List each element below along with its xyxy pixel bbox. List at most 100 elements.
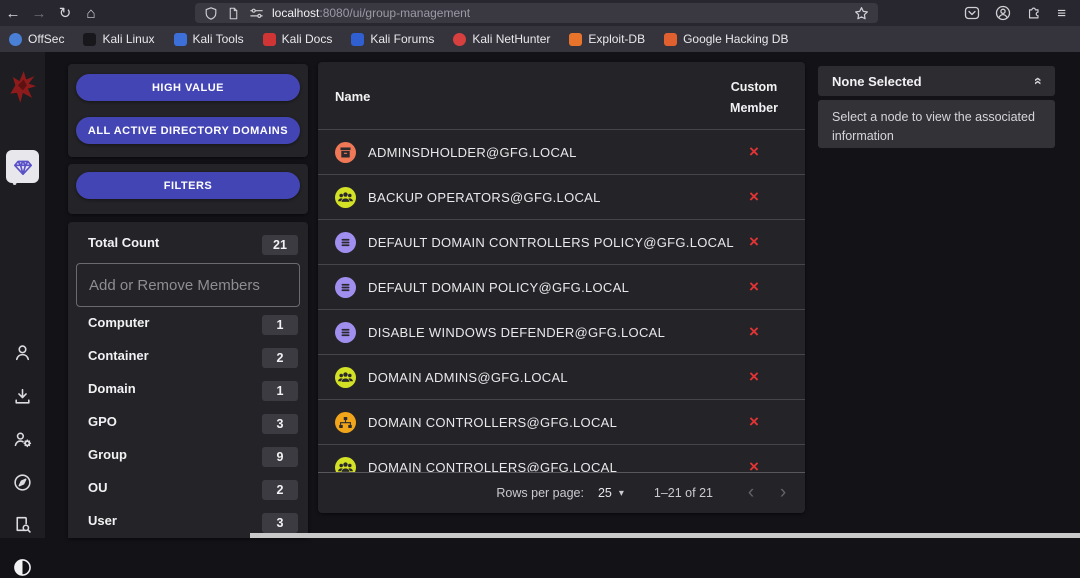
not-custom-member-icon: × [749, 187, 759, 206]
group-management-tab[interactable] [6, 150, 39, 183]
horizontal-scrollbar[interactable] [250, 533, 1080, 538]
rows-per-page-label: Rows per page: [496, 486, 584, 500]
rows-per-page-select[interactable]: 25 ▾ [598, 486, 624, 500]
bookmark-exploit-db[interactable]: Exploit-DB [569, 32, 645, 46]
previous-page-icon[interactable]: ‹ [739, 482, 763, 504]
page-icon [229, 7, 238, 19]
selection-status-label: None Selected [832, 73, 922, 89]
count-row-user: User 3 [68, 513, 308, 533]
high-value-button[interactable]: HIGH VALUE [76, 74, 300, 101]
pocket-icon[interactable] [964, 5, 980, 21]
dark-mode-toggle-icon[interactable] [12, 557, 33, 578]
bloodhound-logo[interactable] [7, 68, 37, 106]
member-name: DISABLE WINDOWS DEFENDER@GFG.LOCAL [368, 325, 666, 340]
download-icon[interactable] [12, 386, 33, 407]
all-active-directory-domains-button[interactable]: ALL ACTIVE DIRECTORY DOMAINS [76, 117, 300, 144]
table-row[interactable]: DOMAIN ADMINS@GFG.LOCAL × [318, 354, 805, 399]
rows-per-page-value: 25 [597, 486, 612, 500]
node-type-icon [335, 367, 356, 388]
hamburger-menu-icon[interactable]: ≡ [1057, 5, 1066, 22]
kali-docs-favicon [262, 32, 276, 46]
node-type-icon [335, 232, 356, 253]
bookmarks-bar: OffSec Kali Linux Kali Tools Kali Docs K… [0, 26, 1080, 52]
bookmark-label: Kali NetHunter [472, 32, 551, 46]
add-remove-members-input[interactable] [76, 263, 300, 307]
person-icon[interactable] [12, 342, 33, 363]
compass-icon[interactable] [12, 472, 33, 493]
column-header-custom-member: Custom Member [730, 80, 778, 115]
pagination-range-label: 1–21 of 21 [653, 486, 713, 500]
bookmark-google-hacking-db[interactable]: Google Hacking DB [664, 32, 788, 46]
kali-nethunter-favicon [453, 32, 467, 46]
collapse-double-chevron-icon[interactable]: « [1031, 77, 1047, 85]
administration-person-gear-icon[interactable] [12, 429, 33, 450]
count-badge: 1 [262, 381, 298, 401]
table-row[interactable]: DOMAIN CONTROLLERS@GFG.LOCAL × [318, 399, 805, 444]
selection-info-text: Select a node to view the associated inf… [832, 110, 1035, 144]
account-icon[interactable] [995, 5, 1011, 21]
next-page-icon[interactable]: › [771, 482, 795, 504]
reload-icon[interactable]: ↻ [52, 4, 78, 22]
member-name: DOMAIN CONTROLLERS@GFG.LOCAL [368, 460, 618, 472]
table-row[interactable]: DOMAIN CONTROLLERS@GFG.LOCAL × [318, 444, 805, 472]
count-label: User [88, 513, 117, 528]
bookmark-kali-tools[interactable]: Kali Tools [173, 32, 244, 46]
bookmark-kali-docs[interactable]: Kali Docs [262, 32, 332, 46]
table-row[interactable]: BACKUP OPERATORS@GFG.LOCAL × [318, 174, 805, 219]
not-custom-member-icon: × [749, 367, 759, 386]
bookmark-label: Kali Linux [102, 32, 155, 46]
exploit-db-favicon [569, 32, 583, 46]
table-row[interactable]: DISABLE WINDOWS DEFENDER@GFG.LOCAL × [318, 309, 805, 354]
count-row-container: Container 2 [68, 348, 308, 368]
table-row[interactable]: DEFAULT DOMAIN POLICY@GFG.LOCAL × [318, 264, 805, 309]
table-rows-region: ADMINSDHOLDER@GFG.LOCAL × BACKUP OPERATO… [318, 129, 805, 472]
browser-toolbar: ← → ↻ ⌂ localhost:8080/ui/group-manageme… [0, 0, 1080, 26]
not-custom-member-icon: × [749, 277, 759, 296]
count-badge: 9 [262, 447, 298, 467]
member-name: DEFAULT DOMAIN POLICY@GFG.LOCAL [368, 280, 630, 295]
bookmark-star-icon[interactable] [854, 6, 869, 21]
column-header-name: Name [335, 89, 371, 104]
member-name: ADMINSDHOLDER@GFG.LOCAL [368, 145, 577, 160]
not-custom-member-icon: × [749, 412, 759, 431]
bookmark-label: Kali Forums [370, 32, 435, 46]
home-icon[interactable]: ⌂ [78, 5, 104, 22]
count-row-computer: Computer 1 [68, 315, 308, 335]
count-label: Container [88, 348, 149, 363]
count-label: OU [88, 480, 108, 495]
member-name: DOMAIN ADMINS@GFG.LOCAL [368, 370, 568, 385]
total-count-badge: 21 [262, 235, 298, 255]
forward-icon[interactable]: → [26, 5, 52, 22]
count-row-gpo: GPO 3 [68, 414, 308, 434]
kali-linux-favicon [83, 32, 97, 46]
quick-filters-card: HIGH VALUE ALL ACTIVE DIRECTORY DOMAINS [68, 64, 308, 157]
node-type-icon [335, 277, 356, 298]
count-badge: 2 [262, 348, 298, 368]
count-label: Computer [88, 315, 150, 330]
bookmark-offsec[interactable]: OffSec [9, 32, 64, 46]
count-label: Group [88, 447, 127, 462]
url-bar[interactable]: localhost:8080/ui/group-management [195, 3, 878, 23]
bookmark-kali-linux[interactable]: Kali Linux [83, 32, 155, 46]
node-type-icon [335, 322, 356, 343]
bookmark-kali-forums[interactable]: Kali Forums [351, 32, 434, 46]
extensions-puzzle-icon[interactable] [1026, 5, 1042, 21]
back-icon[interactable]: ← [0, 5, 26, 22]
file-search-icon[interactable] [12, 514, 33, 535]
not-custom-member-icon: × [749, 457, 759, 472]
bookmark-label: OffSec [28, 32, 65, 46]
count-row-ou: OU 2 [68, 480, 308, 500]
filters-button[interactable]: FILTERS [76, 172, 300, 199]
count-badge: 3 [262, 513, 298, 533]
node-type-icon [335, 187, 356, 208]
selection-info-card: Select a node to view the associated inf… [818, 100, 1055, 148]
shield-icon [205, 6, 217, 20]
table-row[interactable]: DEFAULT DOMAIN CONTROLLERS POLICY@GFG.LO… [318, 219, 805, 264]
app-sidebar [0, 52, 45, 576]
table-row[interactable]: ADMINSDHOLDER@GFG.LOCAL × [318, 129, 805, 174]
bookmark-label: Exploit-DB [588, 32, 646, 46]
kali-tools-favicon [173, 32, 187, 46]
bookmark-kali-nethunter[interactable]: Kali NetHunter [453, 32, 550, 46]
selection-panel-header[interactable]: None Selected « [818, 66, 1055, 96]
caret-down-icon: ▾ [618, 487, 624, 499]
